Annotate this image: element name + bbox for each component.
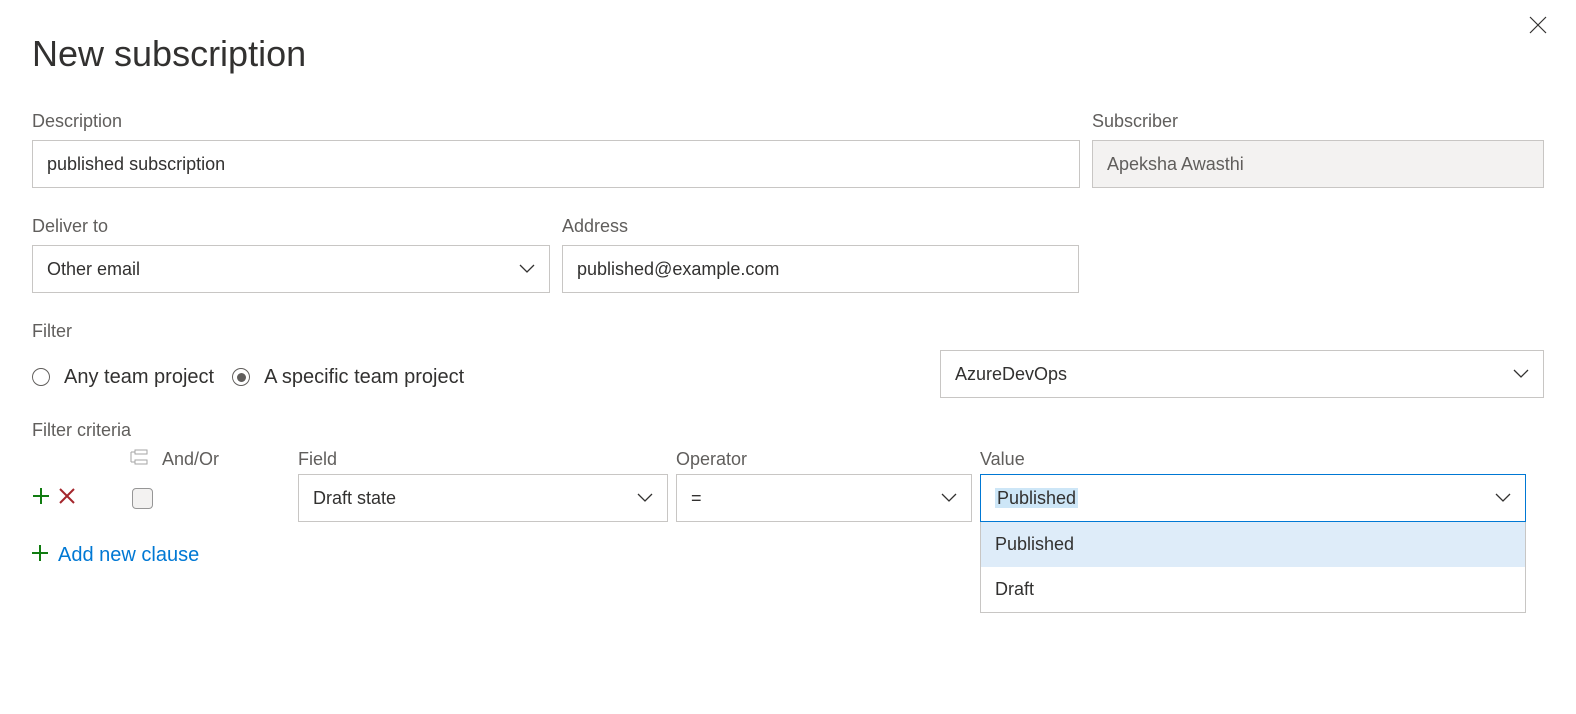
field-value: Draft state	[313, 488, 396, 509]
field-select[interactable]: Draft state	[298, 474, 668, 522]
description-input[interactable]	[32, 140, 1080, 188]
close-button[interactable]	[1528, 15, 1548, 40]
filter-criteria-label: Filter criteria	[32, 420, 1544, 441]
group-icon	[130, 449, 148, 470]
filter-radio-any[interactable]: Any team project	[32, 366, 214, 389]
plus-icon	[32, 487, 50, 505]
value-column-label: Value	[980, 449, 1526, 470]
andor-label: And/Or	[162, 449, 219, 470]
x-icon	[58, 487, 76, 505]
value-option-draft[interactable]: Draft	[981, 567, 1525, 612]
page-title: New subscription	[32, 33, 1544, 75]
filter-specific-label: A specific team project	[264, 366, 464, 389]
filter-label: Filter	[32, 321, 1544, 342]
close-icon	[1528, 15, 1548, 35]
value-current: Published	[995, 488, 1078, 509]
deliver-to-label: Deliver to	[32, 216, 550, 237]
plus-icon	[32, 544, 48, 567]
address-input[interactable]	[562, 245, 1079, 293]
project-select[interactable]: AzureDevOps	[940, 350, 1544, 398]
chevron-down-icon	[637, 493, 653, 503]
operator-column-label: Operator	[676, 449, 972, 470]
radio-icon	[32, 368, 50, 386]
group-checkbox[interactable]	[132, 488, 153, 509]
chevron-down-icon	[1513, 369, 1529, 379]
add-clause-label: Add new clause	[58, 544, 199, 567]
operator-value: =	[691, 488, 702, 509]
add-row-button[interactable]	[32, 485, 50, 511]
radio-icon	[232, 368, 250, 386]
deliver-to-select[interactable]: Other email	[32, 245, 550, 293]
chevron-down-icon	[941, 493, 957, 503]
field-column-label: Field	[298, 449, 668, 470]
value-option-published[interactable]: Published	[981, 522, 1525, 567]
description-label: Description	[32, 111, 1080, 132]
filter-radio-specific[interactable]: A specific team project	[232, 366, 464, 389]
subscriber-label: Subscriber	[1092, 111, 1544, 132]
filter-any-label: Any team project	[64, 366, 214, 389]
project-value: AzureDevOps	[955, 364, 1067, 385]
value-select[interactable]: Published	[980, 474, 1526, 522]
operator-select[interactable]: =	[676, 474, 972, 522]
chevron-down-icon	[1495, 493, 1511, 503]
remove-row-button[interactable]	[58, 485, 76, 511]
subscriber-input	[1092, 140, 1544, 188]
chevron-down-icon	[519, 264, 535, 274]
deliver-to-value: Other email	[47, 259, 140, 280]
value-dropdown: Published Draft	[980, 522, 1526, 613]
address-label: Address	[562, 216, 1079, 237]
